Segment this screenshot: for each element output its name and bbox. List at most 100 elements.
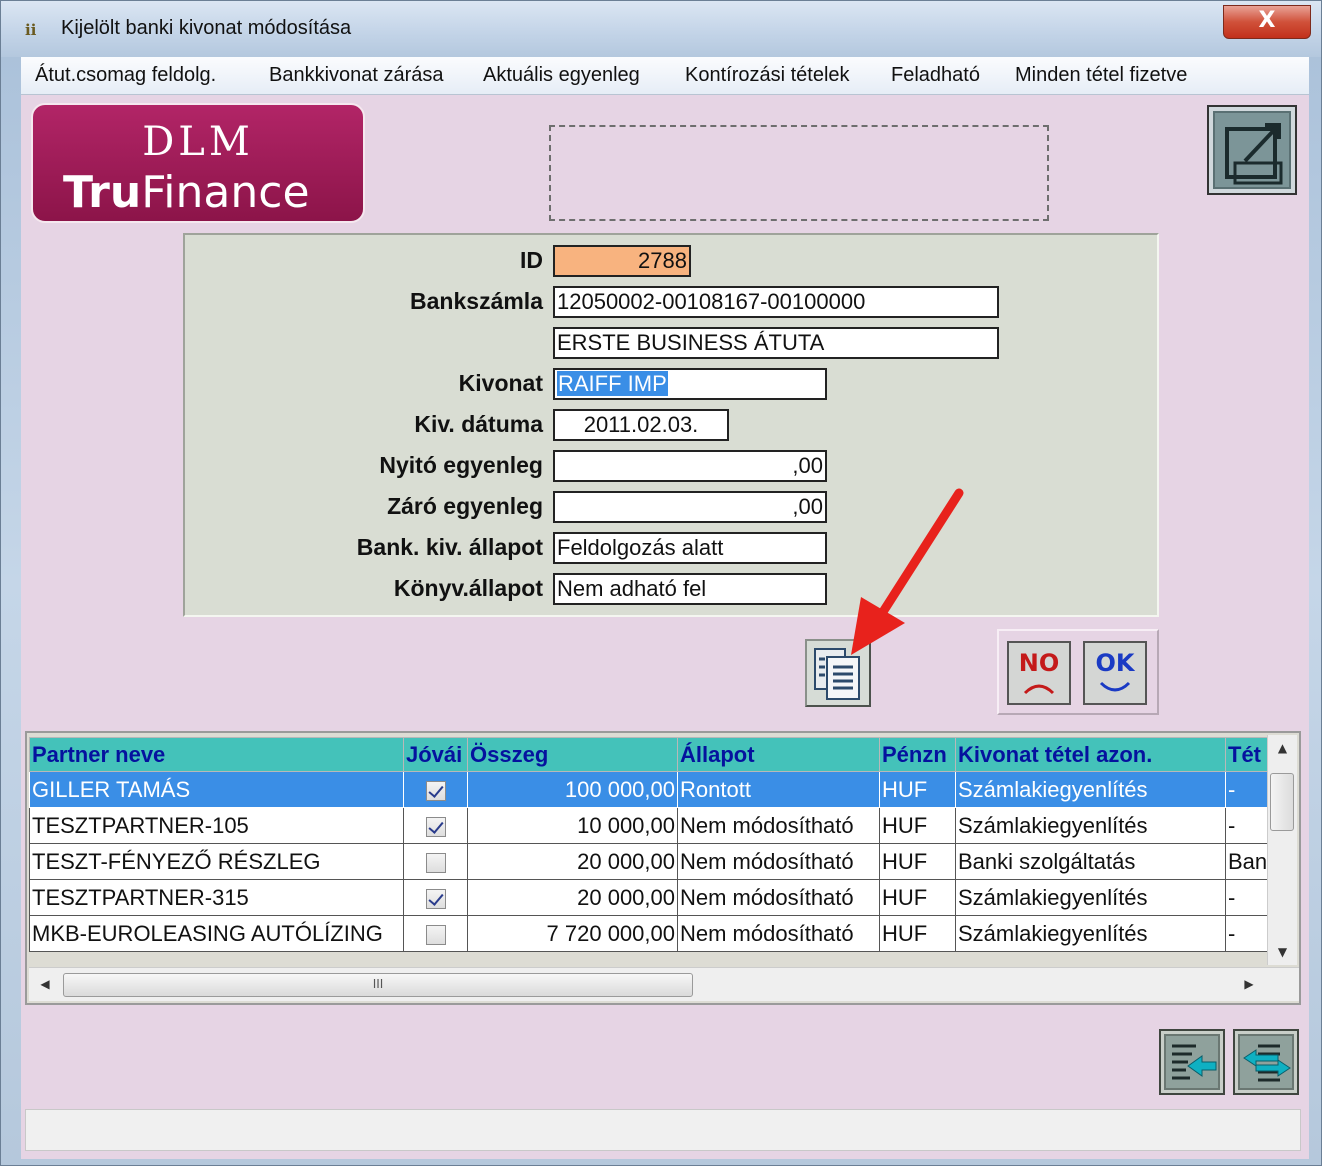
menu-atut-csomag[interactable]: Átut.csomag feldolg. [35, 64, 216, 87]
column-header-allapot[interactable]: Állapot [677, 737, 880, 772]
no-face-icon: NO [1019, 649, 1060, 695]
ok-face-icon: OK [1096, 649, 1136, 692]
list-exchange-button[interactable] [1233, 1029, 1299, 1095]
kiv-datum-label: Kiv. dátuma [414, 411, 543, 437]
table-row[interactable]: GILLER TAMÁS 100 000,00 Rontott HUF Szám… [29, 771, 1271, 808]
close-icon: X [1258, 8, 1276, 33]
scroll-down-icon[interactable]: ▼ [1268, 945, 1297, 959]
list-exchange-icon [1238, 1034, 1294, 1090]
main-window: ⅱ Kijelölt banki kivonat módosítása X Át… [0, 0, 1322, 1166]
menu-aktualis-egyenleg[interactable]: Aktuális egyenleg [483, 64, 640, 87]
client-area: DLM TruFinance ID 2788 Bankszámla 120500… [21, 95, 1309, 1159]
menu-minden-tetel-fizetve[interactable]: Minden tétel fizetve [1015, 64, 1187, 87]
image-placeholder [549, 125, 1049, 221]
nyito-egyenleg-label: Nyitó egyenleg [379, 452, 543, 478]
no-button[interactable]: NO [1007, 641, 1071, 705]
cell-extra: - [1224, 771, 1271, 808]
menu-feladhato[interactable]: Feladható [891, 64, 980, 87]
edit-window-button[interactable] [1207, 105, 1297, 195]
table-row[interactable]: TESZTPARTNER-315 20 000,00 Nem módosítha… [29, 879, 1271, 916]
jovai-checkbox[interactable] [425, 924, 446, 945]
cell-jovai [403, 915, 468, 952]
jovai-checkbox[interactable] [425, 780, 446, 801]
kivonat-selected-text: RAIFF IMP [557, 371, 668, 396]
list-import-button[interactable] [1159, 1029, 1225, 1095]
kiv-datum-field[interactable]: 2011.02.03. [553, 409, 729, 441]
cell-item-id: Számlakiegyenlítés [955, 915, 1226, 952]
table-row[interactable]: TESZTPARTNER-105 10 000,00 Nem módosítha… [29, 807, 1271, 844]
cell-jovai [403, 843, 468, 880]
konyv-allapot-field[interactable]: Nem adható fel [553, 573, 827, 605]
cell-partner: TESZTPARTNER-105 [29, 807, 404, 844]
cell-currency: HUF [879, 879, 956, 916]
cell-partner: TESZTPARTNER-315 [29, 879, 404, 916]
bankszamla-name-field[interactable]: ERSTE BUSINESS ÁTUTA [553, 327, 999, 359]
column-header-partner[interactable]: Partner neve [29, 737, 404, 772]
menu-bar: Átut.csomag feldolg. Bankkivonat zárása … [21, 57, 1309, 95]
zaro-egyenleg-field[interactable]: ,00 [553, 491, 827, 523]
jovai-checkbox[interactable] [425, 852, 446, 873]
scroll-right-icon[interactable]: ▶ [1239, 977, 1259, 991]
zaro-egyenleg-label: Záró egyenleg [387, 493, 543, 519]
transactions-grid: Partner neve Jóvái Összeg Állapot Pénzn … [25, 731, 1301, 1005]
cell-amount: 20 000,00 [467, 843, 678, 880]
window-title: Kijelölt banki kivonat módosítása [61, 17, 352, 39]
cell-extra: - [1224, 879, 1271, 916]
cell-extra: - [1224, 915, 1271, 952]
cell-jovai [403, 807, 468, 844]
cell-partner: MKB-EUROLEASING AUTÓLÍZING [29, 915, 404, 952]
menu-kontirozasi-tetelek[interactable]: Kontírozási tételek [685, 64, 850, 87]
cell-item-id: Számlakiegyenlítés [955, 771, 1226, 808]
horizontal-scroll-thumb[interactable]: III [63, 973, 693, 997]
cell-amount: 7 720 000,00 [467, 915, 678, 952]
jovai-checkbox[interactable] [425, 888, 446, 909]
copy-document-icon [814, 648, 860, 700]
cell-jovai [403, 771, 468, 808]
column-header-jovai[interactable]: Jóvái [403, 737, 468, 772]
bank-kiv-allapot-label: Bank. kiv. állapot [356, 534, 543, 560]
table-header-row: Partner neve Jóvái Összeg Állapot Pénzn … [29, 737, 1271, 772]
id-field[interactable]: 2788 [553, 245, 691, 277]
app-icon: ⅱ [25, 21, 37, 39]
cell-amount: 10 000,00 [467, 807, 678, 844]
transactions-table: Partner neve Jóvái Összeg Állapot Pénzn … [29, 737, 1271, 952]
nyito-egyenleg-field[interactable]: ,00 [553, 450, 827, 482]
svg-text:OK: OK [1096, 649, 1136, 677]
kivonat-label: Kivonat [458, 370, 543, 396]
jovai-checkbox[interactable] [425, 816, 446, 837]
konyv-allapot-label: Könyv.állapot [393, 575, 543, 601]
scroll-up-icon[interactable]: ▲ [1268, 741, 1297, 755]
bank-kiv-allapot-field[interactable]: Feldolgozás alatt [553, 532, 827, 564]
close-button[interactable]: X [1223, 5, 1311, 39]
status-bar [25, 1109, 1301, 1151]
cell-item-id: Számlakiegyenlítés [955, 879, 1226, 916]
cell-amount: 20 000,00 [467, 879, 678, 916]
cell-amount: 100 000,00 [467, 771, 678, 808]
bankszamla-field[interactable]: 12050002-00108167-00100000 [553, 286, 999, 318]
cell-state: Rontott [677, 771, 880, 808]
id-label: ID [520, 247, 543, 273]
horizontal-scrollbar[interactable]: ◀ III ▶ [29, 967, 1299, 1001]
bankszamla-label: Bankszámla [410, 288, 543, 314]
cell-extra: - [1224, 807, 1271, 844]
vertical-scroll-thumb[interactable] [1270, 773, 1294, 831]
cell-extra: Ban [1224, 843, 1271, 880]
scroll-left-icon[interactable]: ◀ [35, 977, 55, 991]
title-bar[interactable]: ⅱ Kijelölt banki kivonat módosítása X [1, 1, 1321, 57]
column-header-tet[interactable]: Tét [1224, 737, 1271, 772]
table-row[interactable]: TESZT-FÉNYEZŐ RÉSZLEG 20 000,00 Nem módo… [29, 843, 1271, 880]
copy-document-button[interactable] [805, 639, 871, 707]
svg-text:NO: NO [1019, 649, 1060, 677]
menu-bankkivonat-zarasa[interactable]: Bankkivonat zárása [269, 64, 444, 87]
vertical-scrollbar[interactable]: ▲ ▼ [1267, 735, 1297, 965]
cell-currency: HUF [879, 771, 956, 808]
column-header-osszeg[interactable]: Összeg [467, 737, 678, 772]
column-header-kivonat-tetel[interactable]: Kivonat tétel azon. [955, 737, 1226, 772]
ok-button[interactable]: OK [1083, 641, 1147, 705]
table-row[interactable]: MKB-EUROLEASING AUTÓLÍZING 7 720 000,00 … [29, 915, 1271, 952]
dlm-trufinance-logo: DLM TruFinance [31, 103, 365, 223]
column-header-penznem[interactable]: Pénzn [879, 737, 956, 772]
logo-trufinance-text: TruFinance [63, 167, 310, 218]
cell-state: Nem módosítható [677, 879, 880, 916]
kivonat-field[interactable]: RAIFF IMP [553, 368, 827, 400]
